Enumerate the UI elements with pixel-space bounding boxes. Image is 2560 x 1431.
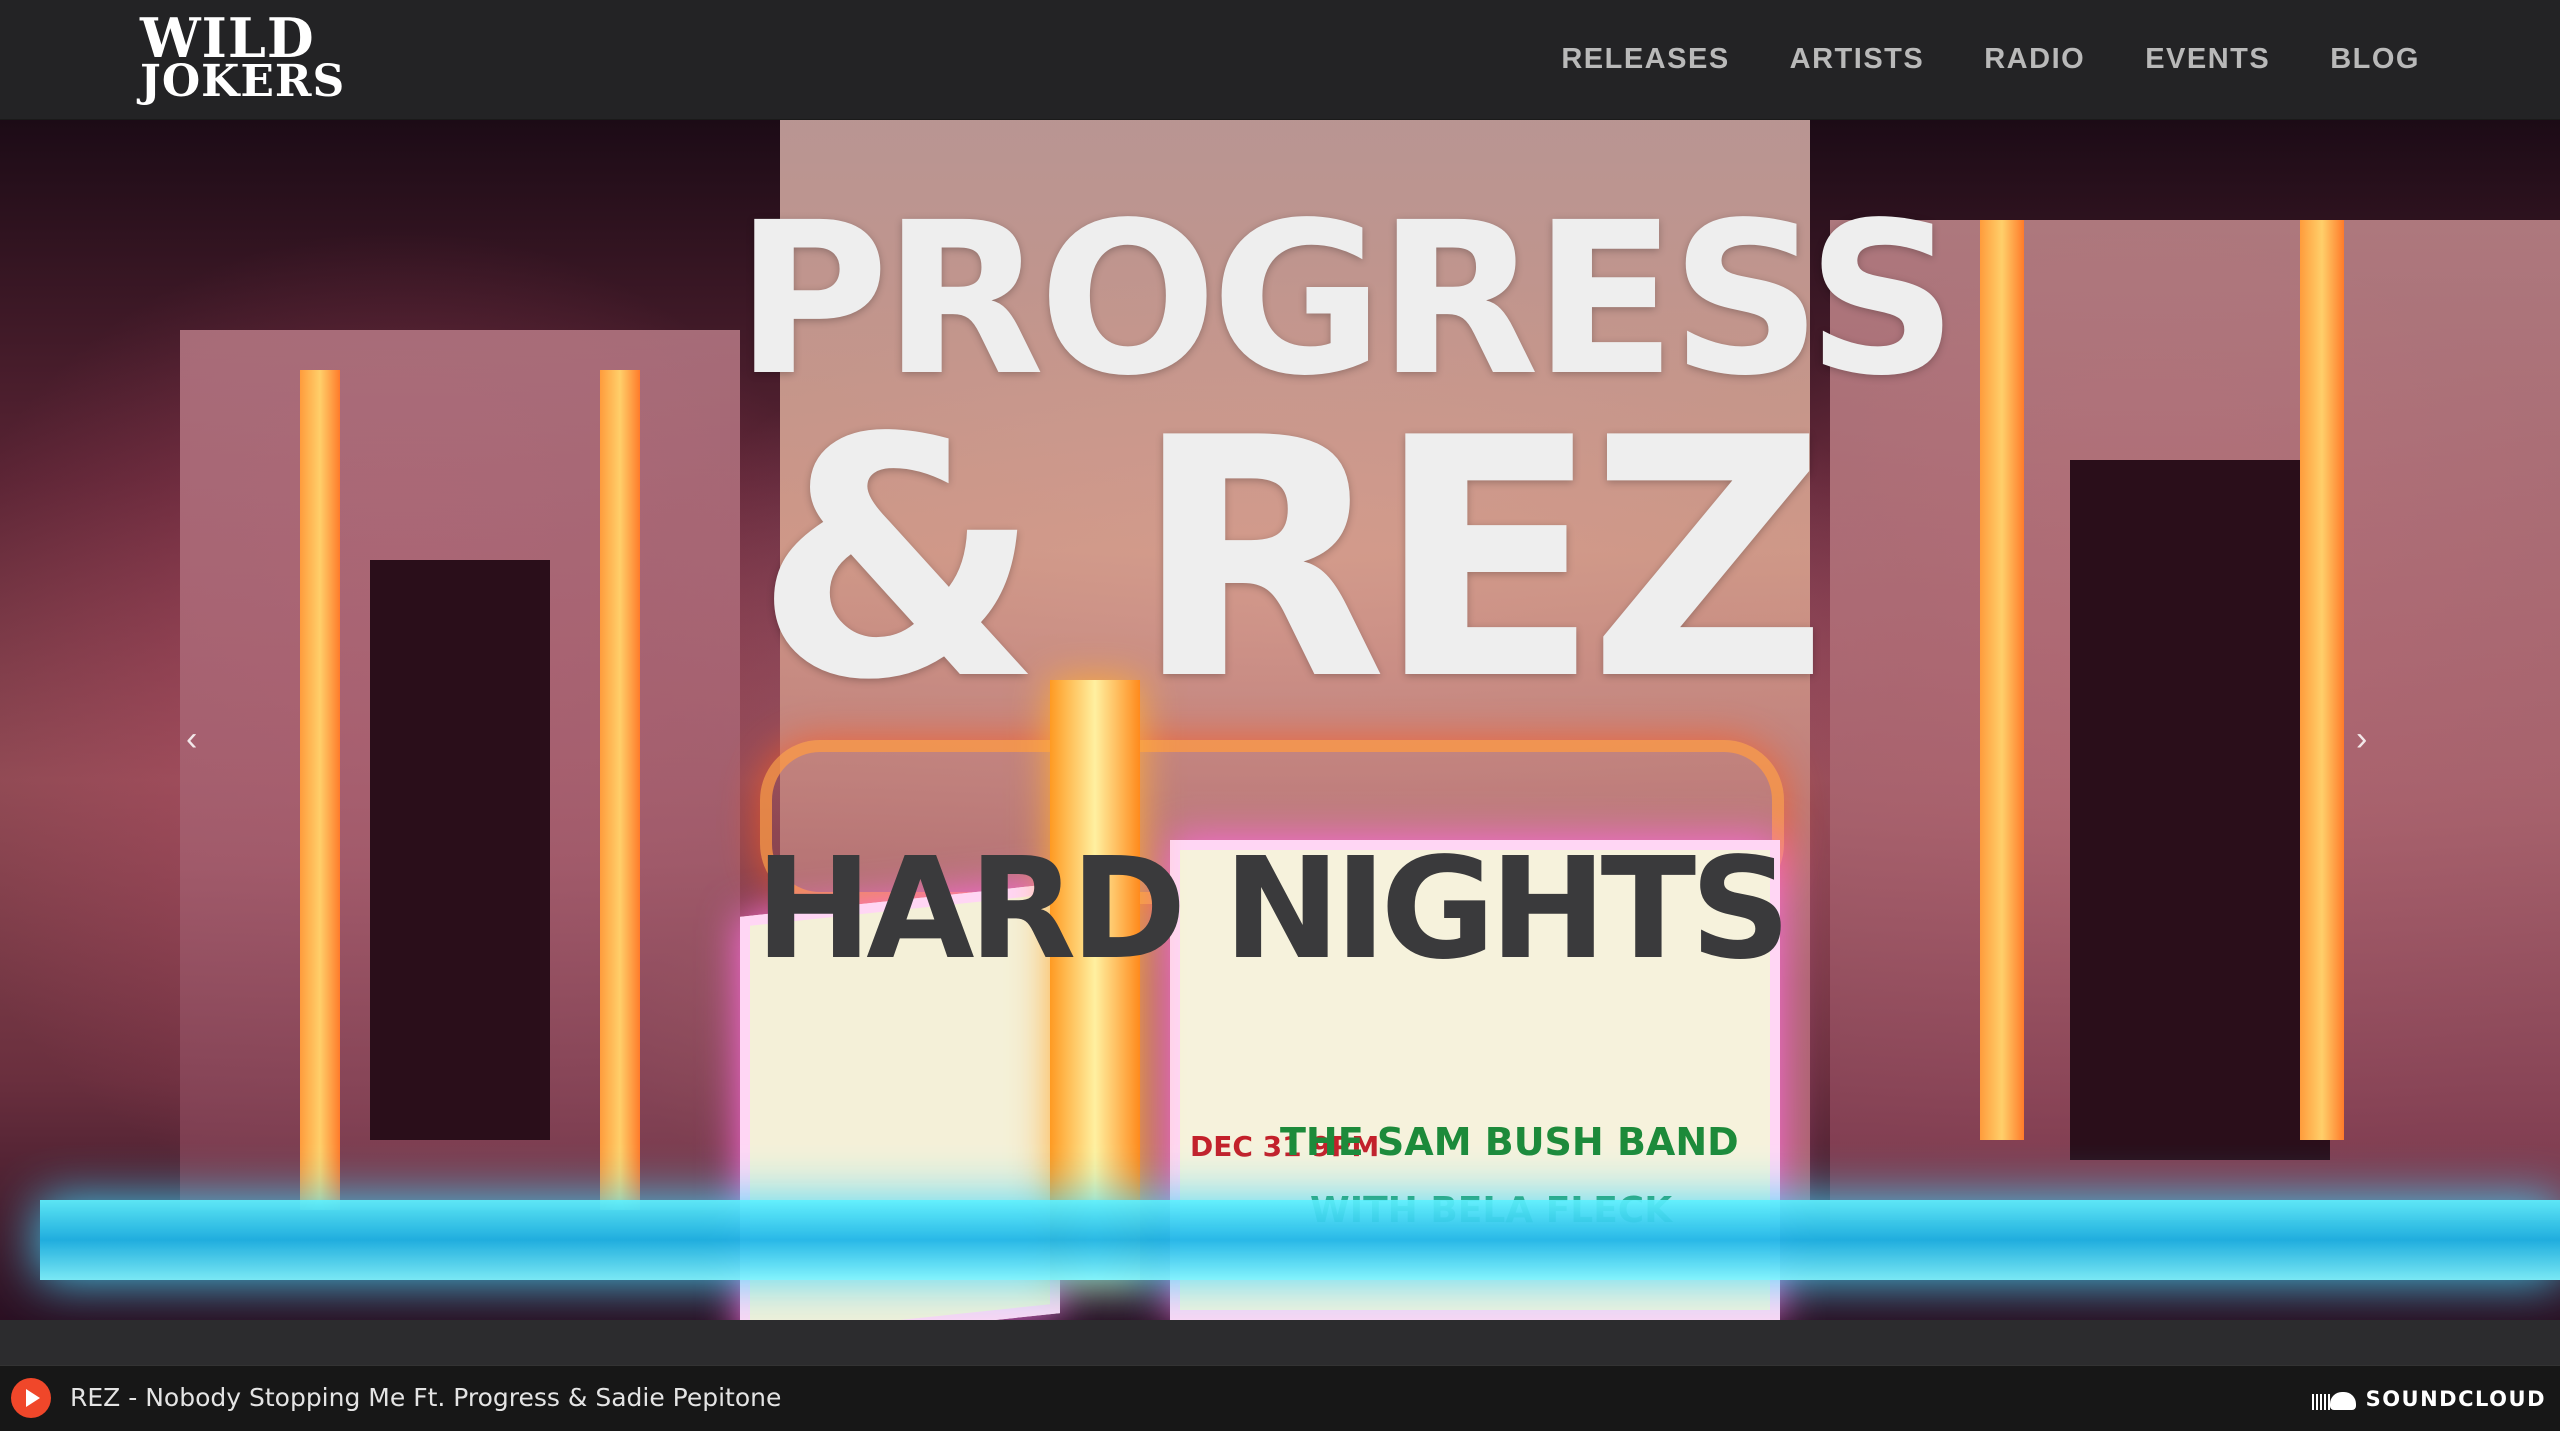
slider-prev-arrow-icon[interactable]: ‹ — [186, 720, 197, 759]
hero-bg-neon-band — [40, 1200, 2560, 1280]
hero-bg-neon-pillar — [1980, 220, 2024, 1140]
play-icon[interactable] — [11, 1378, 51, 1418]
hero-bg-window — [370, 560, 550, 1140]
content-divider — [0, 1320, 2560, 1365]
hero-slider: DEC 31 9PM THE SAM BUSH BAND WITH BELA F… — [0, 120, 2560, 1320]
wild-jokers-logo[interactable]: WILD JOKERS — [140, 6, 344, 107]
hero-subtitle: HARD NIGHTS — [755, 828, 1791, 991]
nav-events[interactable]: EVENTS — [2145, 43, 2270, 76]
hero-bg-neon-pillar — [300, 370, 340, 1210]
nav-radio[interactable]: RADIO — [1984, 43, 2085, 76]
track-title[interactable]: REZ - Nobody Stopping Me Ft. Progress & … — [70, 1383, 781, 1412]
soundcloud-link[interactable]: SOUNDCLOUD — [2311, 1384, 2546, 1414]
slider-next-arrow-icon[interactable]: › — [2356, 720, 2367, 759]
hero-title-line-2: & REZ — [754, 368, 1827, 752]
soundcloud-icon — [2311, 1388, 2356, 1410]
site-header: WILD JOKERS RELEASES ARTISTS RADIO EVENT… — [0, 0, 2560, 120]
marquee-line-1: THE SAM BUSH BAND — [1280, 1120, 1739, 1164]
soundcloud-player-bar: REZ - Nobody Stopping Me Ft. Progress & … — [0, 1365, 2560, 1431]
main-nav: RELEASES ARTISTS RADIO EVENTS BLOG — [1561, 0, 2420, 119]
nav-artists[interactable]: ARTISTS — [1790, 43, 1925, 76]
logo-line-2: JOKERS — [140, 56, 346, 107]
nav-releases[interactable]: RELEASES — [1561, 43, 1729, 76]
hero-bg-neon-pillar — [2300, 220, 2344, 1140]
hero-bg-neon-pillar — [600, 370, 640, 1210]
nav-blog[interactable]: BLOG — [2330, 43, 2420, 76]
soundcloud-label: SOUNDCLOUD — [2365, 1387, 2546, 1411]
hero-bg-window — [2070, 460, 2330, 1160]
